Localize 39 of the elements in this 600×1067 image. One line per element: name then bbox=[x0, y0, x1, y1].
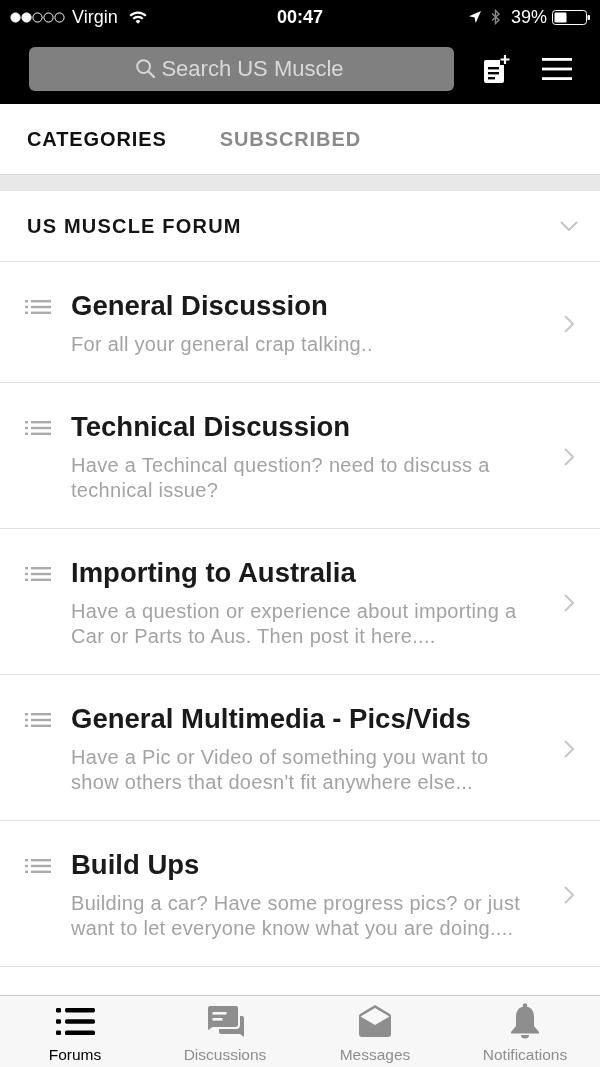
chevron-right-icon bbox=[564, 448, 574, 466]
envelope-open-icon bbox=[358, 1004, 392, 1038]
forum-title[interactable]: Technical Discussion bbox=[71, 411, 534, 443]
list-icon bbox=[25, 567, 51, 581]
forum-description: Building a car? Have some progress pics? or just want to let everyone know what you are doing.... bbox=[71, 891, 522, 941]
carrier-name: Virgin bbox=[72, 6, 118, 28]
list-icon bbox=[25, 300, 51, 314]
forum-description: For all your general crap talking.. bbox=[71, 332, 374, 357]
chevron-right-icon bbox=[564, 740, 574, 758]
search-icon bbox=[136, 59, 155, 78]
signal-strength-icon bbox=[10, 11, 65, 23]
bluetooth-icon bbox=[490, 9, 500, 25]
tab[interactable]: CATEGORIES bbox=[27, 127, 167, 151]
forum-description: Have a Techincal question? need to discuss a technical issue? bbox=[71, 453, 491, 503]
forum-description: Have a question or experience about importing a Car or Parts to Aus. Then post it here.... bbox=[71, 599, 518, 649]
clock-time: 00:47 bbox=[276, 6, 323, 28]
wifi-icon bbox=[128, 10, 147, 24]
tab-bar-item[interactable]: Forums bbox=[0, 996, 150, 1067]
section-title[interactable]: US MUSCLE FORUM bbox=[27, 214, 242, 238]
chevron-right-icon bbox=[564, 886, 574, 904]
list-icon bbox=[55, 1007, 95, 1035]
bell-icon bbox=[510, 1003, 540, 1039]
battery-percentage: 39% bbox=[510, 6, 547, 28]
battery-icon bbox=[552, 9, 590, 25]
chevron-right-icon bbox=[564, 314, 574, 333]
forum-title[interactable]: General Discussion bbox=[71, 290, 534, 322]
list-icon bbox=[25, 421, 51, 435]
chevron-right-icon bbox=[564, 594, 574, 612]
forum-title[interactable]: Build Ups bbox=[71, 849, 534, 881]
chat-bubbles-icon bbox=[206, 1005, 244, 1037]
search-field[interactable]: Search US Muscle bbox=[29, 47, 454, 91]
location-arrow-icon bbox=[468, 11, 481, 23]
forum-title[interactable]: Importing to Australia bbox=[71, 557, 534, 589]
list-icon bbox=[25, 713, 51, 727]
list-icon bbox=[25, 859, 51, 873]
menu-icon[interactable] bbox=[542, 58, 572, 80]
forum-description: Have a Pic or Video of something you want to show others that doesn't fit anywhere else... bbox=[71, 745, 490, 795]
document-plus-icon[interactable] bbox=[483, 54, 511, 84]
forum-title[interactable]: General Multimedia - Pics/Vids bbox=[71, 703, 534, 735]
